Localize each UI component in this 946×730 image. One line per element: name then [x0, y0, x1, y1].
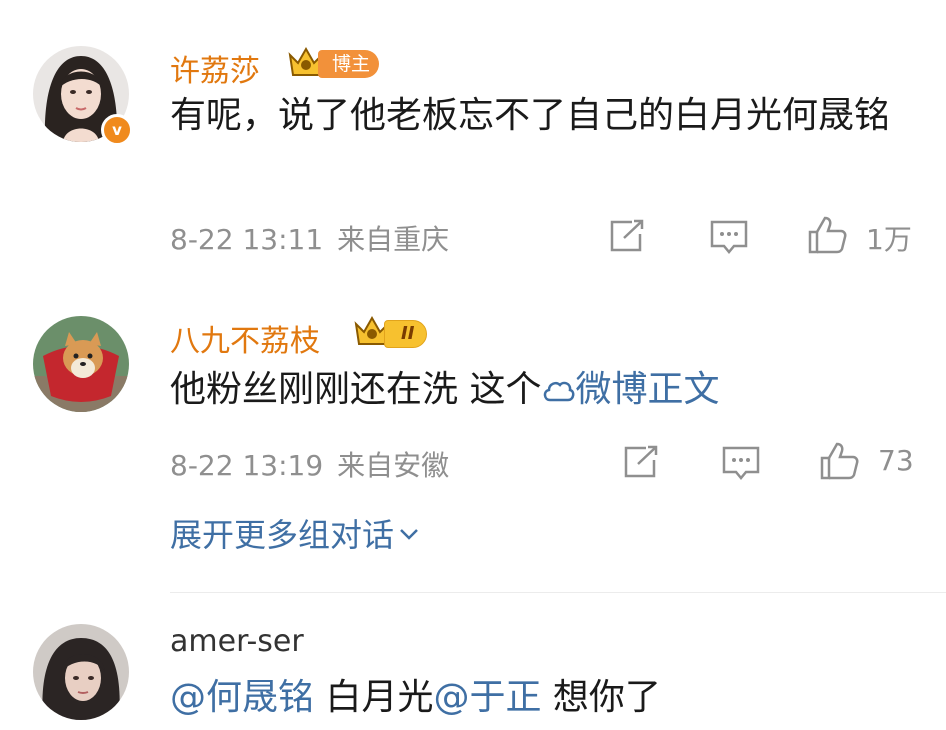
like-icon[interactable] [806, 214, 848, 256]
verified-icon: v [101, 114, 133, 146]
like-count: 73 [878, 444, 914, 477]
cloud-icon [544, 381, 575, 402]
mention-link[interactable]: @于正 [433, 677, 541, 718]
comment-text: 他粉丝刚刚还在洗 这个 微博正文 [170, 364, 890, 416]
avatar[interactable] [33, 624, 129, 720]
comment-location: 来自安徽 [337, 449, 450, 482]
expand-more-label: 展开更多组对话 [170, 516, 395, 554]
mention-link[interactable]: @何晟铭 [170, 677, 314, 718]
role-badge: 博主 [318, 50, 380, 78]
comment-text-body: 白月光 [314, 677, 434, 718]
comment-text-body: 想你了 [541, 677, 661, 718]
comment-date: 8-22 13:11 [170, 223, 324, 256]
like-count: 1万 [866, 223, 912, 256]
level-badge: II [384, 320, 428, 348]
comment-meta: 8-22 13:11 来自重庆 [170, 218, 463, 258]
username[interactable]: amer-ser [170, 624, 304, 659]
comment-icon[interactable] [720, 444, 762, 482]
weibo-link-label: 微博正文 [575, 369, 720, 410]
comment-text: @何晟铭 白月光@于正 想你了 [170, 672, 890, 724]
comment-icon[interactable] [708, 218, 750, 256]
comment-meta: 8-22 13:19 来自安徽 [170, 444, 463, 484]
expand-more-button[interactable]: 展开更多组对话 [170, 510, 420, 556]
share-icon[interactable] [622, 444, 662, 480]
avatar[interactable] [33, 316, 129, 412]
comment-text: 有呢，说了他老板忘不了自己的白月光何晟铭 [170, 95, 891, 136]
chevron-down-icon [400, 529, 418, 540]
comment-text-body: 他粉丝刚刚还在洗 这个 [170, 369, 542, 410]
share-icon[interactable] [608, 218, 648, 254]
comment-location: 来自重庆 [337, 223, 450, 256]
username[interactable]: 许荔莎 [170, 46, 260, 90]
comment-date: 8-22 13:19 [170, 449, 324, 482]
like-icon[interactable] [818, 440, 860, 482]
divider [170, 592, 946, 593]
username[interactable]: 八九不荔枝 [170, 316, 320, 360]
weibo-link[interactable]: 微博正文 [541, 369, 719, 410]
